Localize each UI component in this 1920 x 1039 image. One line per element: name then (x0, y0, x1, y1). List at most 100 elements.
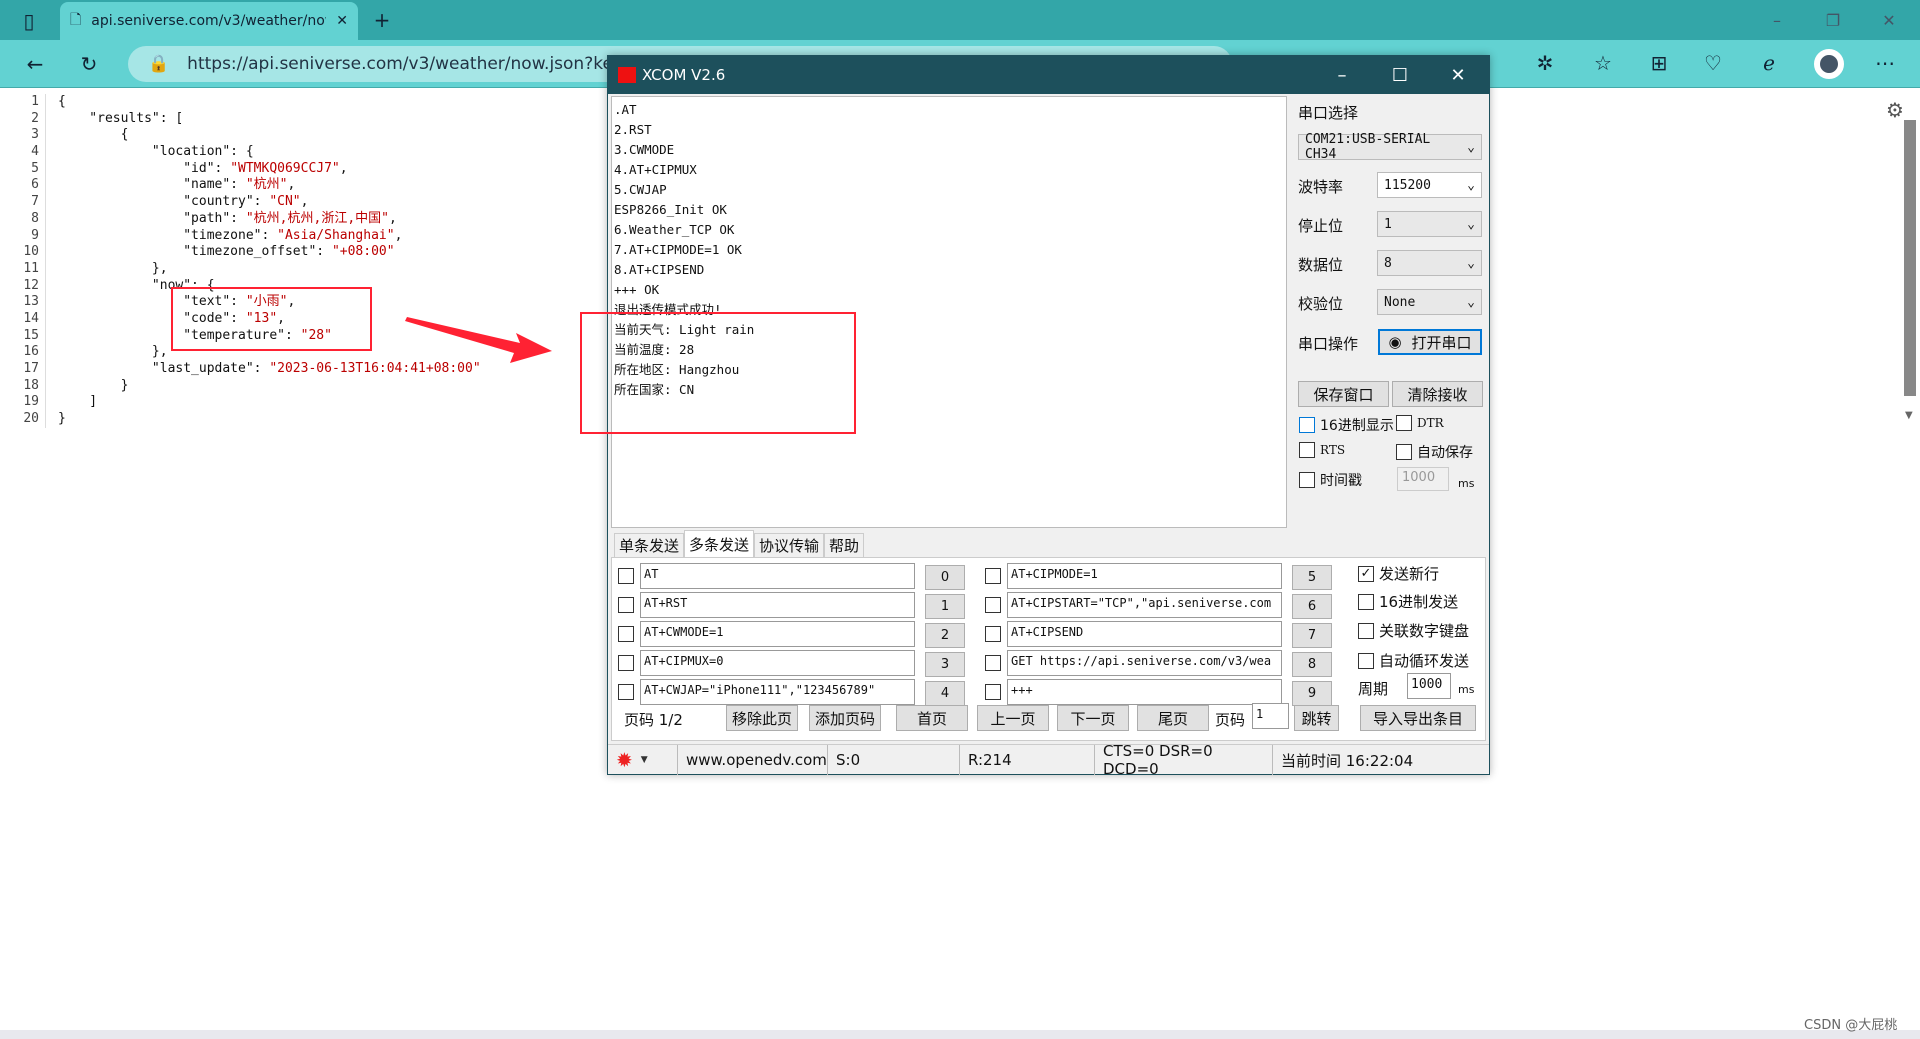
xcom-minimize-icon[interactable]: – (1313, 56, 1371, 94)
send-command-button[interactable]: 4 (925, 681, 965, 706)
timestamp-interval-input[interactable]: 1000 (1397, 467, 1449, 491)
command-input[interactable]: AT+CWMODE=1 (640, 621, 915, 647)
xcom-maximize-icon[interactable]: ☐ (1371, 56, 1429, 94)
command-input[interactable]: AT+CIPMUX=0 (640, 650, 915, 676)
xcom-close-icon[interactable]: ✕ (1429, 56, 1487, 94)
command-input[interactable]: AT+CIPMODE=1 (1007, 563, 1282, 589)
line-number: 6 (0, 177, 46, 195)
browser-tab[interactable]: 🗋 api.seniverse.com/v3/weather/now.json … (60, 2, 358, 40)
period-input[interactable]: 1000 (1407, 673, 1451, 699)
send-command-button[interactable]: 3 (925, 652, 965, 677)
command-checkbox[interactable] (985, 626, 1001, 642)
tab-0[interactable]: 单条发送 (614, 533, 685, 557)
close-tab-icon[interactable]: ✕ (336, 13, 348, 29)
command-checkbox[interactable] (618, 626, 634, 642)
import-export-button[interactable]: 导入导出条目 (1360, 705, 1476, 731)
json-line: 6 "name": "杭州", (0, 177, 600, 195)
tab-2[interactable]: 协议传输 (754, 533, 825, 557)
command-input[interactable]: AT (640, 563, 915, 589)
url-text: https://api.seniverse.com/v3/weather/now… (187, 54, 659, 74)
favorites-icon[interactable]: ☆ (1588, 48, 1618, 78)
refresh-icon[interactable]: ↻ (74, 50, 104, 78)
command-input[interactable]: AT+CIPSEND (1007, 621, 1282, 647)
command-checkbox[interactable] (618, 655, 634, 671)
auto-loop-checkbox[interactable]: 自动循环发送 (1358, 650, 1469, 671)
send-command-button[interactable]: 6 (1292, 594, 1332, 619)
minimize-icon[interactable]: – (1762, 6, 1792, 34)
save-window-button[interactable]: 保存窗口 (1298, 381, 1389, 407)
command-checkbox[interactable] (985, 684, 1001, 700)
more-icon[interactable]: ⋯ (1870, 48, 1900, 78)
send-command-button[interactable]: 8 (1292, 652, 1332, 677)
json-line: 2 "results": [ (0, 110, 600, 128)
line-number: 5 (0, 160, 46, 178)
json-key: } (58, 377, 129, 393)
baud-select[interactable]: 115200 ⌄ (1377, 172, 1482, 198)
dtr-checkbox[interactable]: DTR (1396, 415, 1444, 431)
scroll-down-icon[interactable]: ▼ (1905, 410, 1913, 421)
send-command-button[interactable]: 5 (1292, 565, 1332, 590)
send-newline-checkbox[interactable]: ✓ 发送新行 (1358, 563, 1439, 584)
command-checkbox[interactable] (618, 568, 634, 584)
open-port-button[interactable]: ◉ 打开串口 (1378, 329, 1482, 355)
scrollbar[interactable] (1904, 120, 1916, 396)
page-input[interactable]: 1 (1252, 703, 1289, 729)
send-command-button[interactable]: 9 (1292, 681, 1332, 706)
command-checkbox[interactable] (618, 684, 634, 700)
parity-select[interactable]: None ⌄ (1377, 289, 1482, 315)
sidebar-toggle-icon[interactable]: ▯ (16, 8, 42, 34)
timestamp-checkbox[interactable]: 时间戳 (1299, 470, 1362, 490)
close-window-icon[interactable]: ✕ (1874, 6, 1904, 34)
remove-page-button[interactable]: 移除此页 (726, 705, 798, 731)
ie-mode-icon[interactable]: ℯ (1754, 48, 1784, 78)
port-select[interactable]: COM21:USB-SERIAL CH34 ⌄ (1298, 132, 1482, 162)
extensions-icon[interactable]: ✲ (1530, 48, 1560, 78)
send-command-button[interactable]: 2 (925, 623, 965, 648)
command-input[interactable]: +++ (1007, 679, 1282, 705)
settings-gear-icon[interactable]: ⚙ (1886, 98, 1904, 122)
new-tab-icon[interactable]: + (368, 6, 396, 34)
command-input[interactable]: AT+CWJAP="iPhone111","123456789" (640, 679, 915, 705)
line-number: 20 (0, 411, 46, 428)
collections-icon[interactable]: ⊞ (1644, 48, 1674, 78)
settings-menu[interactable]: ✹ ▼ (608, 745, 678, 775)
restore-icon[interactable]: ❐ (1818, 6, 1848, 34)
auto-save-checkbox[interactable]: 自动保存 (1396, 442, 1473, 462)
jump-button[interactable]: 跳转 (1294, 705, 1339, 731)
page-input-label: 页码 (1215, 711, 1246, 729)
browser-essentials-icon[interactable]: ♡ (1698, 48, 1728, 78)
last-page-button[interactable]: 尾页 (1137, 705, 1209, 731)
command-input[interactable]: GET https://api.seniverse.com/v3/wea (1007, 650, 1282, 676)
hex-send-checkbox[interactable]: 16进制发送 (1358, 591, 1458, 612)
command-checkbox[interactable] (985, 568, 1001, 584)
rts-checkbox[interactable]: RTS (1299, 442, 1345, 458)
stop-bits-select[interactable]: 1 ⌄ (1377, 211, 1482, 237)
add-page-button[interactable]: 添加页码 (809, 705, 881, 731)
receive-line: 8.AT+CIPSEND (614, 262, 705, 277)
tab-3[interactable]: 帮助 (824, 533, 865, 557)
hex-display-checkbox[interactable]: 16进制显示 (1299, 415, 1394, 435)
tab-1[interactable]: 多条发送 (684, 530, 755, 557)
send-command-button[interactable]: 0 (925, 565, 965, 590)
website-link[interactable]: www.openedv.com (678, 745, 828, 775)
next-page-button[interactable]: 下一页 (1057, 705, 1129, 731)
send-command-button[interactable]: 7 (1292, 623, 1332, 648)
json-line: 1{ (0, 94, 600, 111)
command-input[interactable]: AT+CIPSTART="TCP","api.seniverse.com (1007, 592, 1282, 618)
send-command-button[interactable]: 1 (925, 594, 965, 619)
data-bits-select[interactable]: 8 ⌄ (1377, 250, 1482, 276)
clear-receive-button[interactable]: 清除接收 (1392, 381, 1483, 407)
command-checkbox[interactable] (985, 655, 1001, 671)
command-checkbox[interactable] (618, 597, 634, 613)
numpad-checkbox[interactable]: 关联数字键盘 (1358, 620, 1469, 641)
first-page-button[interactable]: 首页 (896, 705, 968, 731)
stop-bits-value: 1 (1384, 216, 1392, 232)
json-line: 3 { (0, 127, 600, 145)
profile-avatar[interactable] (1814, 49, 1844, 79)
prev-page-button[interactable]: 上一页 (977, 705, 1049, 731)
annotation-box-xcom (580, 312, 856, 434)
command-checkbox[interactable] (985, 597, 1001, 613)
back-icon[interactable]: ← (20, 50, 50, 78)
line-number: 7 (0, 194, 46, 211)
command-input[interactable]: AT+RST (640, 592, 915, 618)
